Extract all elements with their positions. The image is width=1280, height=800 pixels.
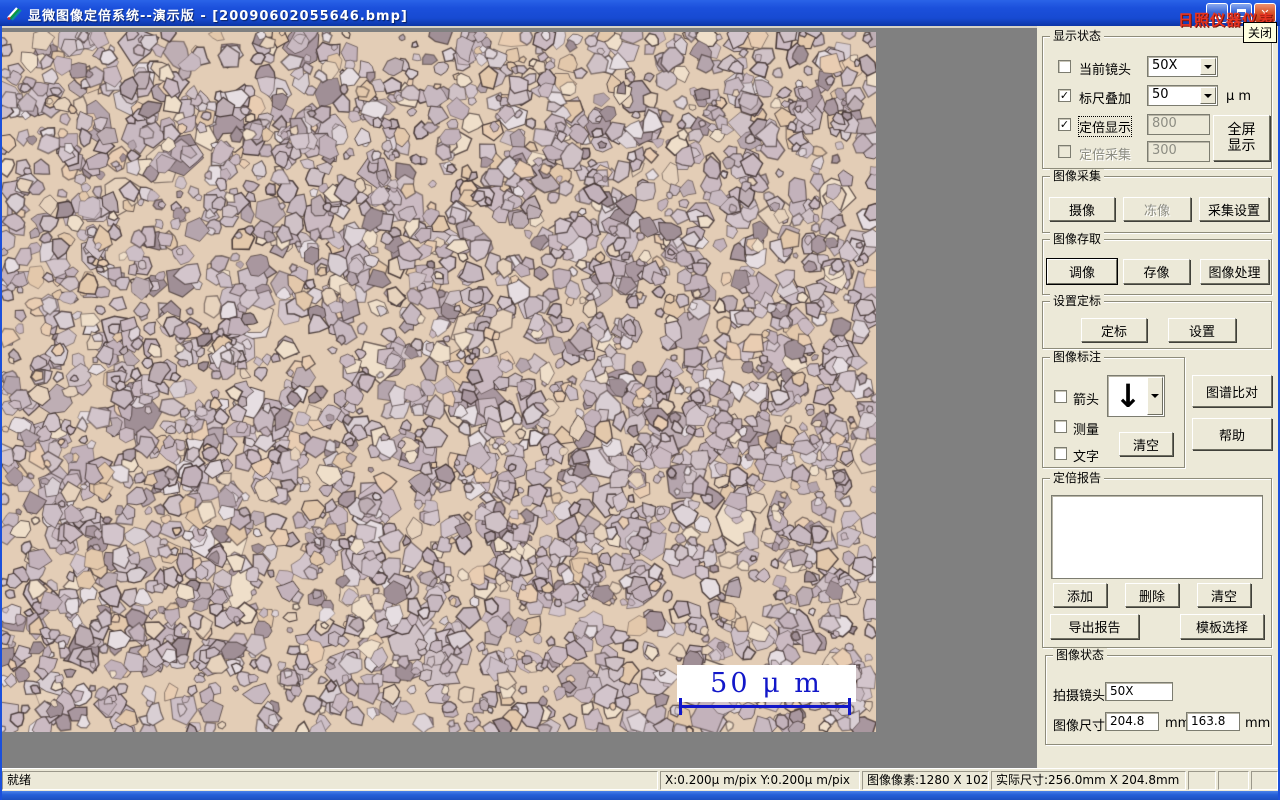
group-display-status: 显示状态 当前镜头 50X 标尺叠加 50 μ m 定倍显示 800 全屏 显示…: [1042, 29, 1272, 169]
scale-overlay-checkbox[interactable]: [1058, 89, 1071, 102]
status-actual-size: 实际尺寸:256.0mm X 204.8mm: [991, 771, 1186, 790]
status-empty-2: [1218, 771, 1249, 790]
title-bar: 显微图像定倍系统--演示版 - [20090602055646.bmp] ✕: [0, 0, 1280, 26]
arrow-down-glyph: ↓: [1114, 377, 1142, 415]
report-delete-button[interactable]: 删除: [1125, 583, 1179, 607]
minimize-icon: [1213, 16, 1221, 19]
close-button[interactable]: ✕: [1254, 3, 1276, 23]
status-pixels: 图像像素:1280 X 1024: [862, 771, 989, 790]
group-calibration: 设置定标 定标 设置: [1042, 294, 1272, 349]
status-bar: 就绪 X:0.200μ m/pix Y:0.200μ m/pix 图像像素:12…: [0, 768, 1280, 791]
annotation-clear-button[interactable]: 清空: [1119, 432, 1173, 456]
measure-checkbox[interactable]: [1054, 420, 1067, 433]
fixed-display-checkbox[interactable]: [1058, 118, 1071, 131]
status-empty-3: [1251, 771, 1278, 790]
arrow-style-picker[interactable]: ↓: [1107, 375, 1165, 417]
report-clear-button[interactable]: 清空: [1197, 583, 1251, 607]
current-lens-combobox[interactable]: 50X: [1147, 56, 1218, 77]
report-template-button[interactable]: 模板选择: [1180, 614, 1264, 639]
chevron-down-icon[interactable]: [1147, 377, 1163, 415]
restore-icon: [1236, 9, 1246, 17]
close-icon: ✕: [1260, 6, 1270, 20]
restore-button[interactable]: [1230, 3, 1252, 23]
taskbar-edge: [0, 791, 1280, 800]
current-lens-label: 当前镜头: [1079, 63, 1132, 78]
group-calibration-title: 设置定标: [1050, 294, 1105, 308]
group-image-storage-title: 图像存取: [1050, 232, 1105, 246]
status-resolution: X:0.200μ m/pix Y:0.200μ m/pix: [660, 771, 860, 790]
fixed-capture-label: 定倍采集: [1079, 148, 1132, 163]
fixed-capture-checkbox: [1058, 145, 1071, 158]
scalebar-line: [679, 705, 851, 708]
group-display-status-title: 显示状态: [1050, 29, 1105, 43]
arrow-label: 箭头: [1073, 393, 1100, 408]
fullscreen-button[interactable]: 全屏 显示: [1213, 115, 1270, 161]
scalebar-label: 50 μ m: [710, 668, 823, 699]
chevron-down-icon[interactable]: [1200, 58, 1216, 75]
freeze-button: 冻像: [1123, 197, 1191, 221]
calibrate-button[interactable]: 定标: [1081, 318, 1147, 342]
scalebar-tick-left: [679, 698, 682, 715]
current-lens-checkbox[interactable]: [1058, 60, 1071, 73]
scalebar-tick-right: [848, 698, 851, 715]
group-image-status-title: 图像状态: [1053, 648, 1108, 662]
calibration-settings-button[interactable]: 设置: [1168, 318, 1236, 342]
group-image-capture: 图像采集 摄像 冻像 采集设置: [1042, 169, 1272, 233]
load-image-button[interactable]: 调像: [1047, 259, 1117, 284]
control-panel: 显示状态 当前镜头 50X 标尺叠加 50 μ m 定倍显示 800 全屏 显示…: [1037, 26, 1280, 768]
group-annotation: 图像标注 箭头 测量 文字 ↓ 清空: [1042, 350, 1185, 468]
report-listbox[interactable]: [1051, 495, 1263, 579]
fixed-display-field: 800: [1147, 114, 1210, 135]
size-label: 图像尺寸: [1053, 719, 1106, 734]
group-image-status: 图像状态 拍摄镜头 50X 图像尺寸 204.8 mm 163.8 mm: [1045, 648, 1272, 745]
group-annotation-title: 图像标注: [1050, 350, 1105, 364]
help-button[interactable]: 帮助: [1192, 418, 1272, 450]
fixed-capture-field: 300: [1147, 141, 1210, 162]
chevron-down-icon[interactable]: [1200, 87, 1216, 104]
atlas-compare-button[interactable]: 图谱比对: [1192, 375, 1272, 407]
group-report-title: 定倍报告: [1050, 471, 1105, 485]
close-tooltip: 关闭: [1243, 22, 1278, 43]
lens-field: 50X: [1105, 682, 1173, 701]
scalebar-box: 50 μ m: [677, 665, 856, 702]
lens-label: 拍摄镜头: [1053, 689, 1106, 704]
report-add-button[interactable]: 添加: [1053, 583, 1107, 607]
micrograph-image: [2, 32, 876, 732]
arrow-checkbox[interactable]: [1054, 390, 1067, 403]
group-report: 定倍报告 添加 删除 清空 导出报告 模板选择: [1042, 471, 1272, 648]
minimize-button[interactable]: [1206, 3, 1228, 23]
fixed-display-label: 定倍显示: [1077, 116, 1133, 137]
status-ready: 就绪: [2, 771, 658, 790]
app-icon: [7, 7, 22, 21]
report-export-button[interactable]: 导出报告: [1050, 614, 1139, 639]
scale-overlay-unit: μ m: [1226, 89, 1252, 104]
current-lens-value: 50X: [1152, 58, 1178, 73]
scale-overlay-value: 50: [1152, 87, 1169, 102]
capture-settings-button[interactable]: 采集设置: [1199, 197, 1269, 221]
text-label: 文字: [1073, 450, 1100, 465]
image-width-field: 204.8: [1105, 712, 1159, 731]
save-image-button[interactable]: 存像: [1123, 259, 1190, 284]
group-image-storage: 图像存取 调像 存像 图像处理: [1042, 232, 1272, 295]
window-title: 显微图像定倍系统--演示版 - [20090602055646.bmp]: [28, 9, 408, 24]
text-checkbox[interactable]: [1054, 447, 1067, 460]
image-process-button[interactable]: 图像处理: [1200, 259, 1269, 284]
status-empty-1: [1188, 771, 1216, 790]
shoot-button[interactable]: 摄像: [1049, 197, 1115, 221]
measure-label: 测量: [1073, 423, 1100, 438]
image-height-field: 163.8: [1186, 712, 1240, 731]
window-edge-left: [0, 0, 2, 800]
scale-overlay-combobox[interactable]: 50: [1147, 85, 1218, 106]
group-image-capture-title: 图像采集: [1050, 169, 1105, 183]
scale-overlay-label: 标尺叠加: [1079, 92, 1132, 107]
height-unit: mm: [1245, 716, 1271, 731]
